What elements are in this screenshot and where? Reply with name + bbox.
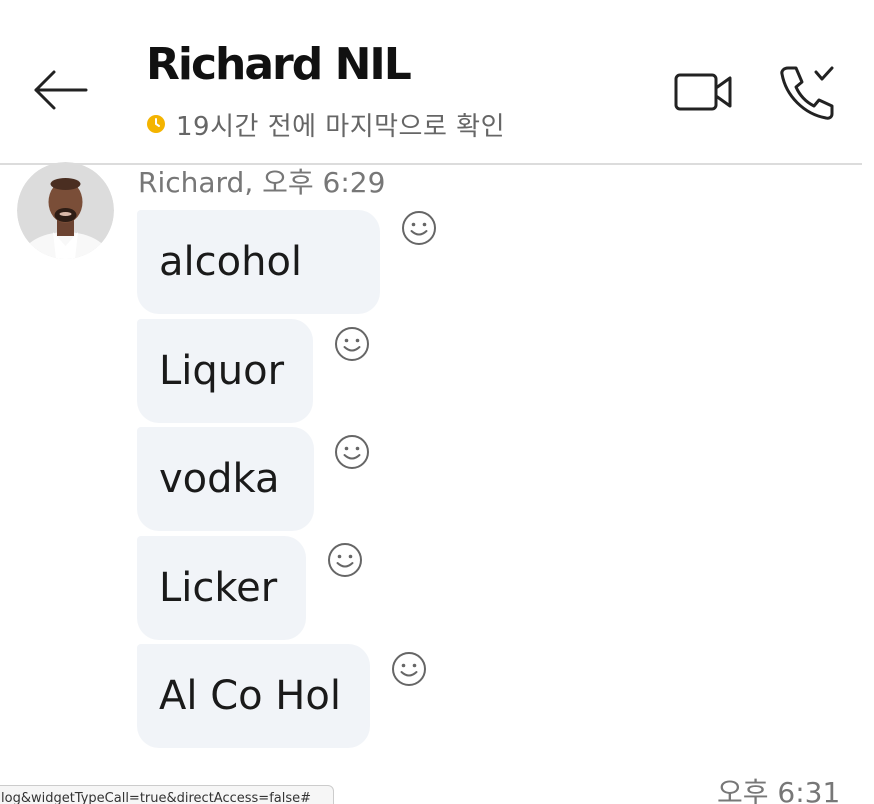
message-bubble[interactable]: vodka — [137, 427, 314, 531]
message-text: alcohol — [159, 239, 303, 285]
video-camera-icon — [674, 73, 732, 111]
message-bubble[interactable]: alcohol — [137, 210, 380, 314]
chat-window: Richard NIL 19시간 전에 마지막으로 확인 Richard, 오후… — [0, 0, 874, 804]
audio-call-button[interactable] — [776, 62, 838, 122]
message-text: Al Co Hol — [159, 673, 341, 719]
status-url-bar: log&widgetTypeCall=true&directAccess=fal… — [0, 785, 334, 804]
contact-name[interactable]: Richard NIL — [146, 38, 412, 92]
avatar[interactable] — [17, 162, 114, 259]
react-button[interactable] — [333, 325, 371, 363]
header-divider — [0, 163, 862, 165]
arrow-left-icon — [34, 70, 88, 110]
clock-status-icon — [147, 115, 165, 133]
react-button[interactable] — [326, 541, 364, 579]
message-text: Liquor — [159, 348, 285, 394]
react-button[interactable] — [390, 650, 428, 688]
message-text: vodka — [159, 456, 280, 502]
react-button[interactable] — [333, 433, 371, 471]
video-call-button[interactable] — [672, 66, 736, 118]
message-bubble[interactable]: Licker — [137, 536, 306, 640]
smiley-face-icon — [335, 435, 369, 469]
message-bubble[interactable]: Al Co Hol — [137, 644, 370, 748]
message-bubble[interactable]: Liquor — [137, 319, 313, 423]
chat-header: Richard NIL 19시간 전에 마지막으로 확인 — [0, 0, 874, 164]
contact-photo — [17, 162, 114, 259]
smiley-face-icon — [335, 327, 369, 361]
smiley-face-icon — [328, 543, 362, 577]
smiley-face-icon — [402, 211, 436, 245]
last-seen-text: 19시간 전에 마지막으로 확인 — [176, 111, 505, 142]
message-timestamp: 오후 6:31 — [717, 776, 841, 804]
phone-call-icon — [780, 66, 834, 120]
back-button[interactable] — [30, 68, 90, 112]
message-text: Licker — [159, 565, 278, 611]
sender-timestamp: Richard, 오후 6:29 — [138, 166, 386, 199]
smiley-face-icon — [392, 652, 426, 686]
react-button[interactable] — [400, 209, 438, 247]
presence-status: 19시간 전에 마지막으로 확인 — [146, 106, 505, 142]
